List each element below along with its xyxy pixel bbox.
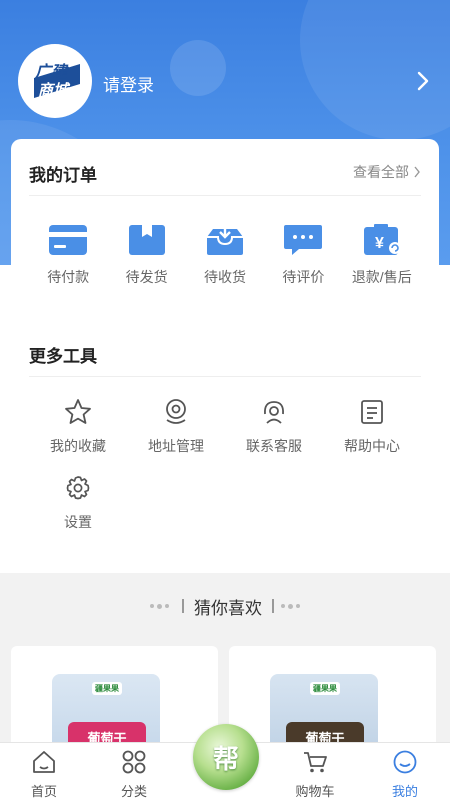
tool-label: 地址管理: [148, 438, 204, 454]
svg-text:商城: 商城: [38, 81, 71, 99]
tab-label: 我的: [391, 784, 418, 799]
product-brand: 疆果果: [92, 682, 122, 695]
tool-address[interactable]: 地址管理: [127, 398, 225, 456]
tools-title: 更多工具: [29, 347, 97, 366]
cart-icon: [304, 752, 327, 773]
tool-favorites[interactable]: 我的收藏: [29, 398, 127, 456]
tool-help-center[interactable]: 帮助中心: [323, 398, 421, 456]
tool-label: 设置: [64, 514, 92, 530]
package-icon: [128, 225, 165, 255]
category-icon: [122, 750, 146, 774]
logo-icon: 广建 商城: [30, 62, 80, 100]
view-all-label: 查看全部: [353, 164, 409, 180]
decoration-dots-right: [272, 599, 300, 613]
login-link[interactable]: 请登录: [103, 71, 154, 96]
profile-icon: [393, 750, 417, 774]
tab-category[interactable]: 分类: [99, 749, 169, 800]
tab-cart[interactable]: 购物车: [280, 749, 350, 800]
recommend-title: 猜你喜欢: [194, 598, 262, 618]
tool-label: 联系客服: [246, 438, 302, 454]
order-item-label: 待评价: [282, 269, 325, 285]
product-card[interactable]: 疆果果 葡萄干: [11, 646, 218, 756]
refund-icon: ¥: [363, 224, 401, 255]
order-status-list: 待付款 待发货 待收货 待评价 ¥ 退款/售后: [11, 223, 439, 287]
help-button-label: 帮: [212, 743, 239, 774]
divider: [29, 376, 421, 377]
recommend-header: 猜你喜欢: [0, 590, 450, 622]
tool-label: 我的收藏: [50, 438, 106, 454]
tab-home[interactable]: 首页: [9, 749, 79, 800]
chevron-right-icon[interactable]: [412, 68, 434, 94]
orders-card: 我的订单 查看全部 待付款 待发货 待收货 待评价 ¥ 退款/售后: [11, 139, 439, 287]
tab-label: 购物车: [295, 784, 335, 799]
svg-text:¥: ¥: [375, 235, 384, 252]
product-card[interactable]: 疆果果 葡萄干: [229, 646, 436, 756]
order-item-label: 待发货: [125, 269, 168, 285]
tab-label: 分类: [120, 784, 147, 799]
headset-icon: [264, 401, 284, 424]
order-item-pending-payment[interactable]: 待付款: [29, 223, 107, 287]
view-all-orders-link[interactable]: 查看全部: [353, 162, 421, 182]
order-item-to-receive[interactable]: 待收货: [186, 223, 264, 287]
orders-title: 我的订单: [29, 166, 97, 185]
tab-profile[interactable]: 我的: [370, 749, 440, 800]
receive-box-icon: [206, 224, 243, 255]
svg-text:广建: 广建: [34, 63, 70, 81]
order-item-to-review[interactable]: 待评价: [264, 223, 342, 287]
location-icon: [166, 399, 186, 424]
order-item-refund[interactable]: ¥ 退款/售后: [343, 223, 421, 287]
comment-icon: [284, 225, 323, 255]
order-item-label: 退款/售后: [351, 269, 412, 285]
tool-label: 帮助中心: [344, 438, 400, 454]
divider: [29, 195, 421, 196]
chevron-right-icon: [414, 166, 420, 178]
decoration-dots-left: [150, 599, 184, 613]
card-icon: [49, 225, 88, 255]
home-icon: [33, 751, 55, 773]
order-item-to-ship[interactable]: 待发货: [107, 223, 185, 287]
help-center-button[interactable]: 帮: [193, 724, 259, 790]
document-icon: [361, 400, 383, 424]
product-brand: 疆果果: [310, 682, 340, 695]
star-icon: [65, 399, 91, 424]
order-item-label: 待付款: [47, 269, 90, 285]
gear-icon: [66, 476, 90, 500]
order-item-label: 待收货: [203, 269, 246, 285]
tool-customer-service[interactable]: 联系客服: [225, 398, 323, 456]
avatar[interactable]: 广建 商城: [18, 44, 92, 118]
tool-settings[interactable]: 设置: [29, 474, 127, 532]
tab-label: 首页: [30, 784, 57, 799]
header-decoration: [170, 40, 226, 96]
